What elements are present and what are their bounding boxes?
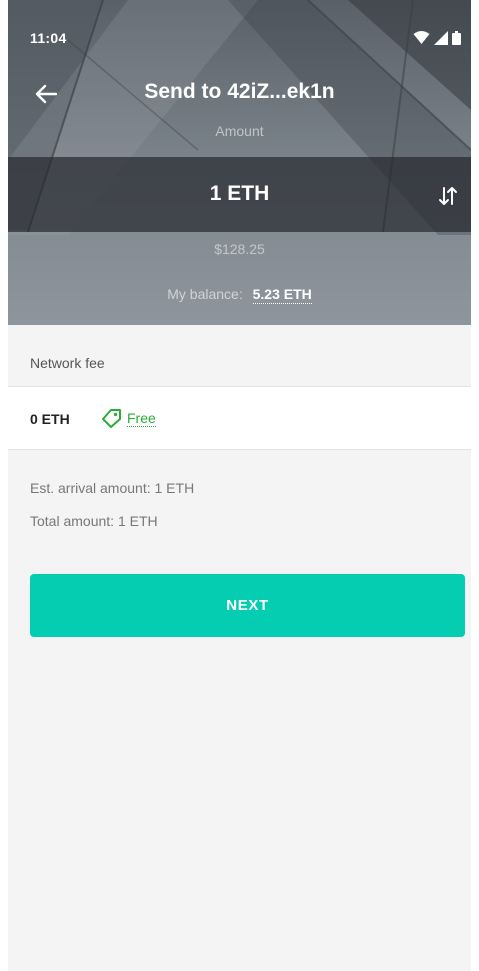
wifi-icon xyxy=(413,31,430,44)
swap-vertical-icon xyxy=(439,187,457,205)
arrival-amount-value: 1 ETH xyxy=(154,480,195,496)
balance-value[interactable]: 5.23 ETH xyxy=(252,286,312,304)
balance-label: My balance: xyxy=(167,286,243,302)
total-amount-line: Total amount: 1 ETH xyxy=(30,513,158,529)
cellular-signal-icon xyxy=(434,31,448,45)
amount-bar[interactable]: 1 ETH xyxy=(8,157,471,232)
fee-free-label: Free xyxy=(127,409,156,427)
network-fee-row[interactable]: 0 ETH Free xyxy=(8,386,471,450)
battery-icon xyxy=(452,31,461,45)
tag-icon xyxy=(102,409,121,428)
swap-currency-button[interactable] xyxy=(433,181,463,211)
page-title: Send to 42iZ...ek1n xyxy=(144,80,335,103)
balance-row: My balance: 5.23 ETH xyxy=(8,286,471,304)
network-fee-value: 0 ETH xyxy=(30,411,70,427)
fee-free-badge[interactable]: Free xyxy=(100,408,156,428)
arrival-amount-line: Est. arrival amount: 1 ETH xyxy=(30,480,194,496)
header: 11:04 Send to 42iZ...ek1n Amount 1 ETH $… xyxy=(8,0,471,325)
amount-label: Amount xyxy=(215,123,264,139)
arrival-amount-label: Est. arrival amount: xyxy=(30,480,151,496)
status-time: 11:04 xyxy=(30,30,67,46)
network-fee-label: Network fee xyxy=(30,355,105,371)
next-button[interactable]: NEXT xyxy=(30,574,465,637)
amount-value[interactable]: 1 ETH xyxy=(8,182,471,206)
total-amount-label: Total amount: xyxy=(30,513,115,529)
fiat-value: $128.25 xyxy=(214,241,265,257)
send-screen: 11:04 Send to 42iZ...ek1n Amount 1 ETH $… xyxy=(8,0,471,971)
status-bar: 11:04 xyxy=(8,0,471,56)
total-amount-value: 1 ETH xyxy=(117,513,158,529)
status-icons xyxy=(413,31,461,45)
